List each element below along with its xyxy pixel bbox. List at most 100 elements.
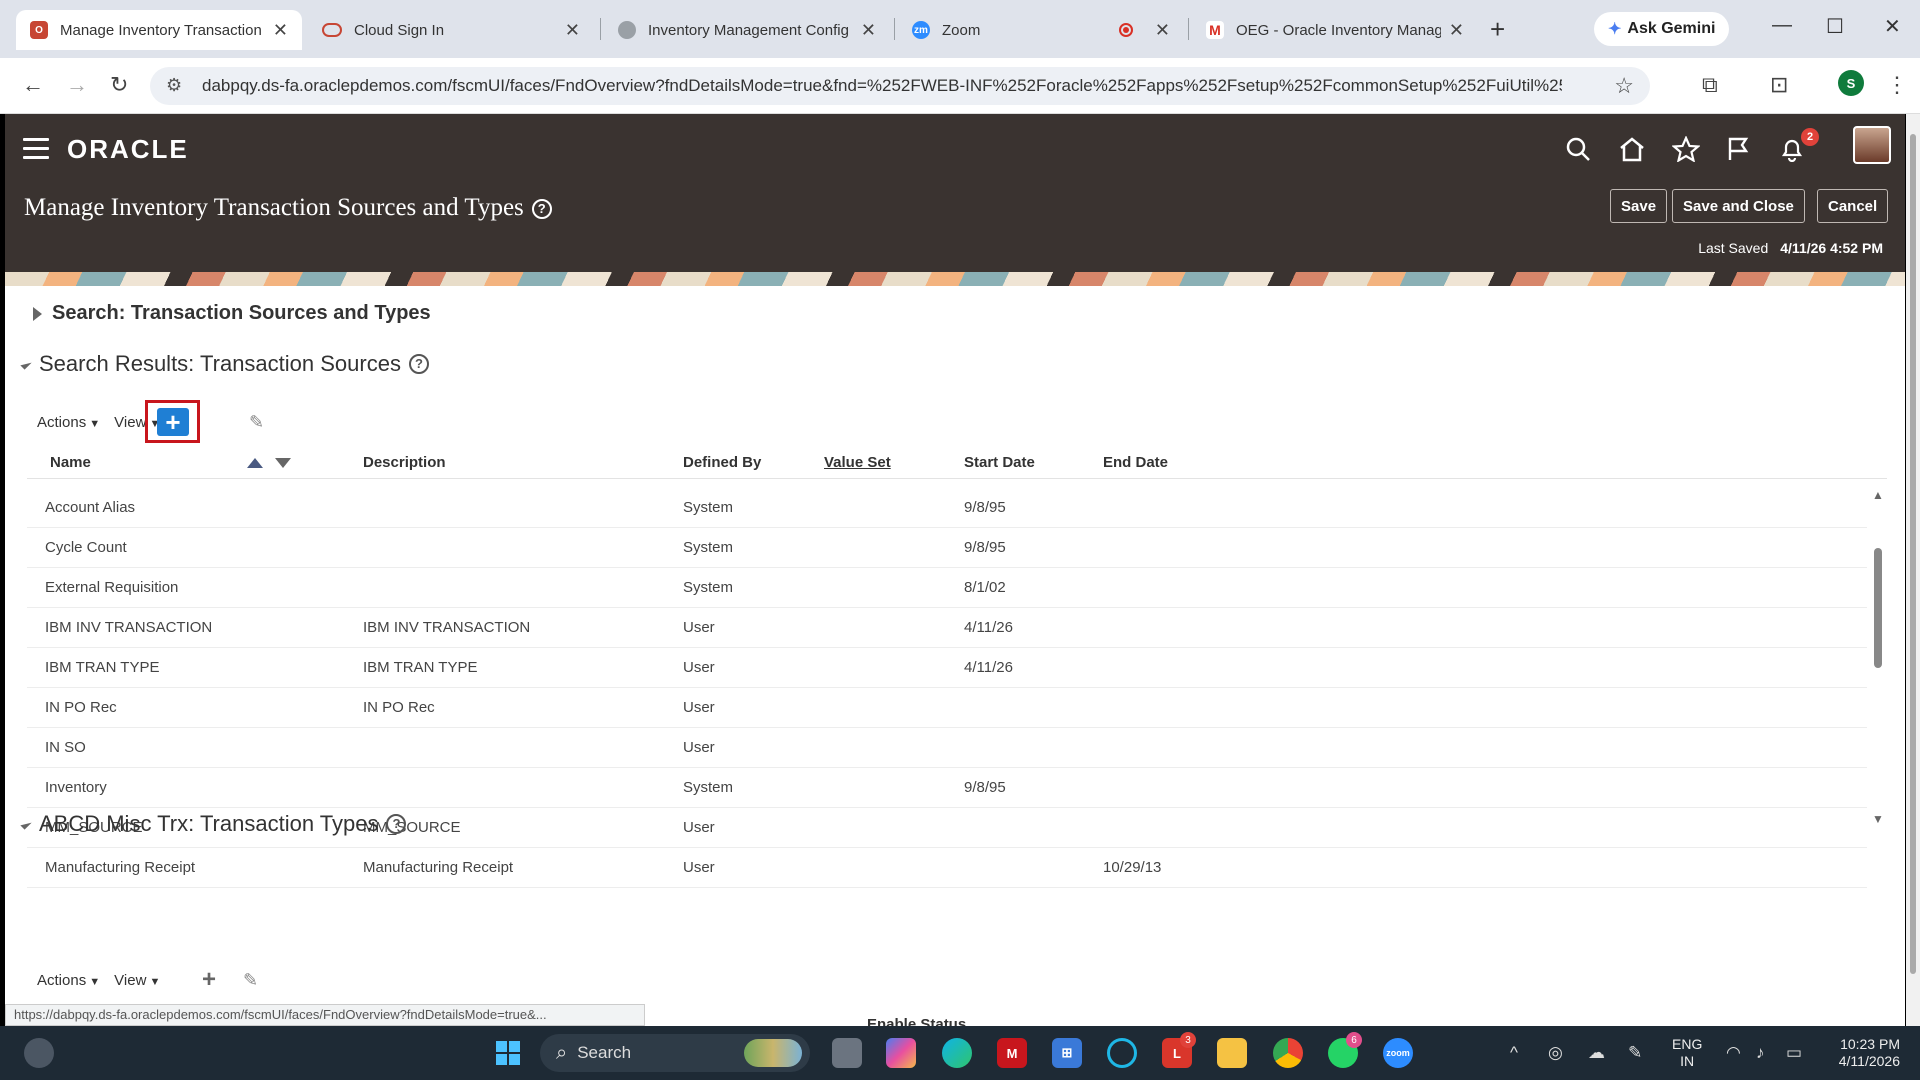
column-header-start-date[interactable]: Start Date (964, 454, 1035, 471)
minimize-button[interactable]: — (1772, 14, 1792, 37)
hamburger-menu-icon[interactable] (23, 138, 49, 165)
column-header-defined-by[interactable]: Defined By (683, 454, 761, 471)
cell-start-date: 9/8/95 (964, 499, 1006, 516)
home-icon[interactable] (1615, 132, 1649, 166)
cell-defined-by: User (683, 819, 715, 836)
address-bar[interactable]: ⚙ dabpqy.ds-fa.oraclepdemos.com/fscmUI/f… (150, 67, 1650, 105)
cancel-button[interactable]: Cancel (1817, 189, 1889, 223)
close-icon[interactable]: ✕ (273, 20, 288, 41)
favorites-star-icon[interactable] (1669, 132, 1703, 166)
add-row-button[interactable]: + (157, 408, 189, 436)
new-tab-button[interactable]: + (1490, 14, 1505, 45)
add-icon[interactable]: + (202, 966, 216, 994)
sort-ascending-icon[interactable] (247, 458, 263, 468)
cortana-icon[interactable] (1107, 1038, 1137, 1068)
extensions-icon[interactable]: ⧉ (1702, 72, 1718, 98)
tab-oeg-oracle[interactable]: M OEG - Oracle Inventory Manag ✕ (1192, 10, 1478, 50)
results-section-header[interactable]: Search Results: Transaction Sources ? (20, 351, 429, 377)
system-clock[interactable]: 10:23 PM 4/11/2026 (1828, 1036, 1900, 1070)
search-section-header[interactable]: Search: Transaction Sources and Types (33, 302, 431, 325)
save-and-close-button[interactable]: Save and Close (1672, 189, 1805, 223)
site-settings-icon[interactable]: ⚙ (166, 75, 182, 96)
search-icon[interactable] (1561, 132, 1595, 166)
task-view-icon[interactable] (832, 1038, 862, 1068)
language-indicator[interactable]: ENG IN (1672, 1036, 1702, 1070)
menu-kebab-icon[interactable]: ⋮ (1886, 72, 1908, 98)
weather-widget-icon[interactable] (24, 1038, 54, 1068)
save-button[interactable]: Save (1610, 189, 1668, 223)
bookmark-star-icon[interactable]: ☆ (1614, 73, 1634, 99)
cell-defined-by: System (683, 779, 734, 796)
close-icon[interactable]: ✕ (1449, 20, 1464, 41)
maximize-button[interactable]: ☐ (1826, 14, 1844, 39)
taskbar-search[interactable]: ⌕ Search (540, 1034, 810, 1072)
page-scroll-thumb[interactable] (1910, 134, 1916, 974)
store-icon[interactable]: ⊞ (1052, 1038, 1082, 1068)
view-menu[interactable]: View (114, 972, 160, 989)
mcafee-icon[interactable]: M (997, 1038, 1027, 1068)
actions-menu[interactable]: Actions (37, 414, 100, 431)
close-icon[interactable]: ✕ (1155, 20, 1170, 41)
gemini-star-icon: ✦ (1608, 21, 1622, 38)
types-section-header[interactable]: ABCD Misc Trx: Transaction Types ? (20, 811, 407, 837)
tab-cloud-sign-in[interactable]: Cloud Sign In ✕ (308, 10, 594, 50)
help-icon[interactable]: ? (531, 199, 552, 220)
pen-icon[interactable]: ✎ (1628, 1043, 1642, 1063)
column-header-value-set[interactable]: Value Set (824, 454, 891, 471)
close-icon[interactable]: ✕ (565, 20, 580, 41)
onedrive-icon[interactable]: ☁ (1588, 1043, 1605, 1063)
back-arrow-icon[interactable]: ← (22, 72, 44, 98)
file-explorer-icon[interactable] (1217, 1038, 1247, 1068)
watchlist-flag-icon[interactable] (1721, 132, 1755, 166)
screen-search-icon[interactable]: ⊡ (1770, 72, 1788, 98)
recording-icon (1118, 23, 1133, 37)
column-header-description[interactable]: Description (363, 454, 446, 471)
chrome-icon[interactable] (1273, 1038, 1303, 1068)
collapse-triangle-icon[interactable] (20, 358, 32, 370)
tab-manage-inventory[interactable]: O Manage Inventory Transaction ✕ (16, 10, 302, 50)
profile-avatar[interactable]: S (1838, 70, 1864, 96)
table-row[interactable]: Manufacturing Receipt Manufacturing Recei… (27, 848, 1867, 888)
tab-inventory-config[interactable]: Inventory Management Config ✕ (604, 10, 890, 50)
windows-start-icon[interactable] (493, 1038, 523, 1068)
zoom-icon[interactable]: zoom (1383, 1038, 1413, 1068)
reload-icon[interactable]: ↻ (110, 72, 128, 98)
tray-app-icon[interactable]: ◎ (1548, 1043, 1563, 1063)
edge-icon[interactable] (942, 1038, 972, 1068)
column-header-name[interactable]: Name (50, 454, 91, 471)
table-row[interactable]: Inventory System 9/8/95 (27, 768, 1867, 808)
volume-icon[interactable]: ♪ (1756, 1043, 1765, 1063)
wifi-icon[interactable]: ◠ (1726, 1043, 1741, 1063)
edit-pencil-icon[interactable]: ✎ (243, 970, 258, 991)
table-row[interactable]: IBM TRAN TYPE IBM TRAN TYPE User 4/11/26 (27, 648, 1867, 688)
forward-arrow-icon[interactable]: → (66, 72, 88, 98)
table-row[interactable]: External Requisition System 8/1/02 (27, 568, 1867, 608)
browser-tab-strip: O Manage Inventory Transaction ✕ Cloud S… (0, 0, 1920, 58)
column-header-end-date[interactable]: End Date (1103, 454, 1168, 471)
copilot-icon[interactable] (886, 1038, 916, 1068)
help-icon[interactable]: ? (386, 814, 407, 834)
close-icon[interactable]: ✕ (861, 20, 876, 41)
scroll-up-icon[interactable]: ▲ (1872, 488, 1884, 502)
close-window-button[interactable]: ✕ (1884, 14, 1901, 39)
table-row[interactable]: Cycle Count System 9/8/95 (27, 528, 1867, 568)
scroll-down-icon[interactable]: ▼ (1872, 812, 1884, 826)
ask-gemini-button[interactable]: ✦ Ask Gemini (1594, 12, 1730, 46)
collapse-triangle-icon[interactable] (20, 818, 32, 830)
tab-zoom[interactable]: zm Zoom ✕ (898, 10, 1184, 50)
scroll-thumb[interactable] (1874, 548, 1882, 668)
battery-icon[interactable]: ▭ (1786, 1043, 1802, 1063)
edit-pencil-icon[interactable]: ✎ (249, 412, 264, 433)
table-row[interactable]: IN PO Rec IN PO Rec User (27, 688, 1867, 728)
table-row[interactable]: Account Alias System 9/8/95 (27, 488, 1867, 528)
table-row[interactable]: IBM INV TRANSACTION IBM INV TRANSACTION Us… (27, 608, 1867, 648)
show-hidden-icons-icon[interactable]: ^ (1510, 1043, 1518, 1063)
user-avatar[interactable] (1853, 126, 1891, 164)
last-saved-value: 4/11/26 4:52 PM (1780, 240, 1883, 256)
table-scrollbar[interactable]: ▲ ▼ (1871, 488, 1885, 828)
help-icon[interactable]: ? (408, 354, 429, 374)
sort-descending-icon[interactable] (275, 458, 291, 468)
table-row[interactable]: IN SO User (27, 728, 1867, 768)
actions-menu[interactable]: Actions (37, 972, 100, 989)
page-scrollbar[interactable] (1906, 114, 1920, 1026)
